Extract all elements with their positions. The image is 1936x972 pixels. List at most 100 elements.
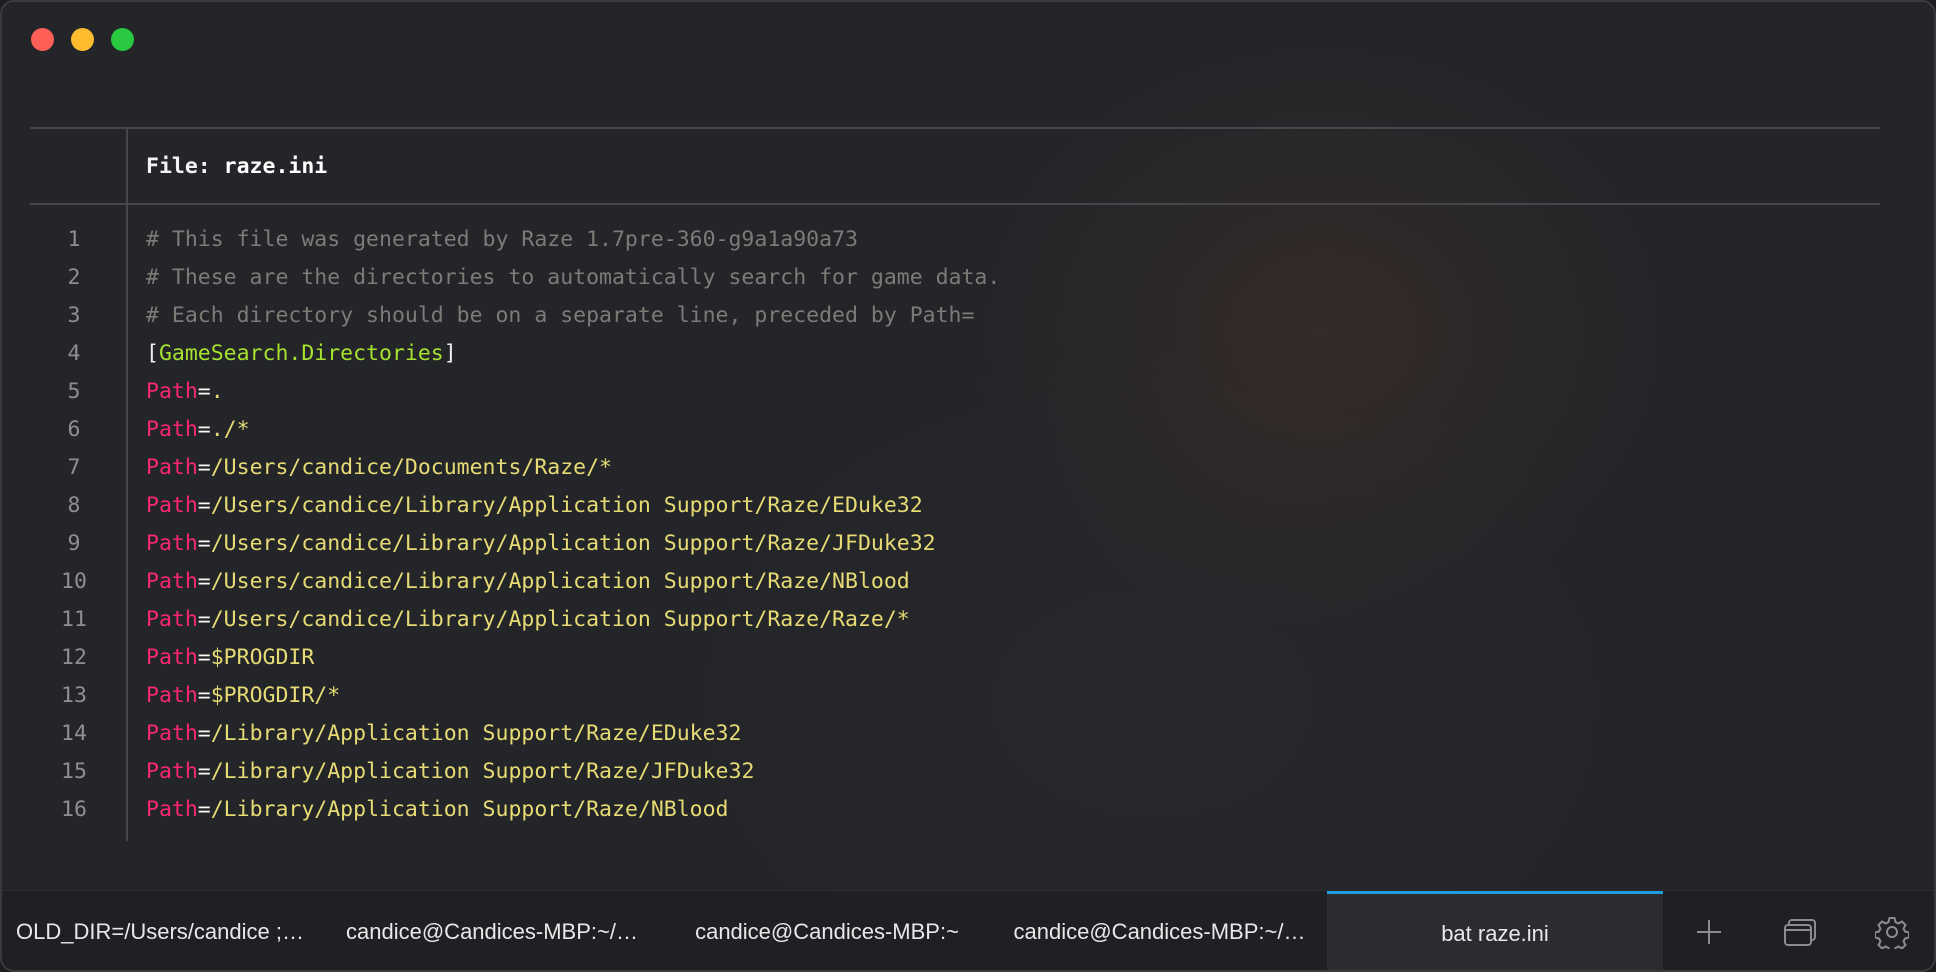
terminal-tab[interactable]: candice@Candices-MBP:~ xyxy=(662,891,992,970)
tab-label: candice@Candices-MBP:~ xyxy=(695,919,959,944)
code-area: 1 2 3 4 5 6 7 8 9 10 11 12 13 14 15 16 # This file was … xyxy=(30,205,1880,841)
code-line: Path=/Users/candice/Documents/Raze/* xyxy=(146,449,1000,487)
code-line: Path=/Library/Application Support/Raze/E… xyxy=(146,715,1000,753)
code-line: Path=./* xyxy=(146,411,1000,449)
line-number: 14 xyxy=(61,721,87,746)
window-controls xyxy=(31,28,134,51)
token-val: /Users/candice/Library/Application Suppo… xyxy=(210,493,923,518)
line-number: 5 xyxy=(67,379,81,404)
token-val: . xyxy=(210,379,224,404)
file-header-text: File: raze.ini xyxy=(128,154,327,179)
line-number: 3 xyxy=(67,303,81,328)
token-val: ./* xyxy=(210,417,250,442)
line-number-gutter: 1 2 3 4 5 6 7 8 9 10 11 12 13 14 15 16 xyxy=(30,205,128,841)
token-eq: = xyxy=(197,721,211,746)
token-eq: = xyxy=(197,607,211,632)
line-number: 2 xyxy=(67,265,81,290)
tab-label: OLD_DIR=/Users/candice ; … xyxy=(16,919,308,944)
line-number: 13 xyxy=(61,683,87,708)
token-val: /Users/candice/Library/Application Suppo… xyxy=(210,531,936,556)
code-line: Path=/Library/Application Support/Raze/N… xyxy=(146,791,1000,829)
file-name: raze.ini xyxy=(223,153,328,179)
token-bracket: ] xyxy=(443,341,457,366)
code-line: Path=$PROGDIR/* xyxy=(146,677,1000,715)
code-line: Path=$PROGDIR xyxy=(146,639,1000,677)
tab-label: bat raze.ini xyxy=(1441,920,1549,946)
token-val: /Library/Application Support/Raze/NBlood xyxy=(210,797,729,822)
token-key: Path xyxy=(146,683,198,708)
code-line: # This file was generated by Raze 1.7pre… xyxy=(146,221,1000,259)
new-tab-icon[interactable] xyxy=(1689,912,1729,952)
code-line: Path=/Users/candice/Library/Application … xyxy=(146,525,1000,563)
close-window-button[interactable] xyxy=(31,28,54,51)
line-number: 15 xyxy=(61,759,87,784)
token-bracket: [ xyxy=(146,341,159,366)
code-line: Path=/Users/candice/Library/Application … xyxy=(146,563,1000,601)
terminal-tab[interactable]: candice@Candices-MBP:~/… xyxy=(992,891,1327,970)
file-label: File: xyxy=(146,153,224,179)
code-line: Path=/Users/candice/Library/Application … xyxy=(146,601,1000,639)
token-val: $PROGDIR xyxy=(210,645,315,670)
token-eq: = xyxy=(197,379,211,404)
tab-label: candice@Candices-MBP:~/… xyxy=(346,919,638,944)
minimize-window-button[interactable] xyxy=(71,28,94,51)
token-val: /Library/Application Support/Raze/EDuke3… xyxy=(210,721,742,746)
line-number: 8 xyxy=(67,493,81,518)
token-val: /Users/candice/Library/Application Suppo… xyxy=(210,607,910,632)
terminal-tab[interactable]: bat raze.ini xyxy=(1327,891,1663,970)
settings-icon[interactable] xyxy=(1872,912,1912,952)
file-header: File: raze.ini xyxy=(30,129,1880,203)
code-line: # These are the directories to automatic… xyxy=(146,259,1000,297)
token-key: Path xyxy=(146,797,198,822)
maximize-window-button[interactable] xyxy=(111,28,134,51)
tab-label: candice@Candices-MBP:~/… xyxy=(1013,919,1306,944)
token-eq: = xyxy=(197,417,211,442)
header-gutter xyxy=(30,129,128,203)
terminal-window: File: raze.ini 1 2 3 4 5 6 7 8 9 10 11 12 13 14 15 16 #… xyxy=(0,0,1936,972)
line-number: 4 xyxy=(67,341,81,366)
line-number: 10 xyxy=(61,569,87,594)
token-key: Path xyxy=(146,569,198,594)
bat-output: File: raze.ini 1 2 3 4 5 6 7 8 9 10 11 12 13 14 15 16 #… xyxy=(30,127,1880,841)
token-key: Path xyxy=(146,417,198,442)
token-key: Path xyxy=(146,531,198,556)
token-val: /Users/candice/Library/Application Suppo… xyxy=(210,569,910,594)
line-number: 9 xyxy=(67,531,81,556)
token-comment: # These are the directories to automatic… xyxy=(146,265,1001,290)
line-number: 12 xyxy=(61,645,87,670)
tab-bar-actions xyxy=(1663,891,1934,970)
code-line: Path=/Library/Application Support/Raze/J… xyxy=(146,753,1000,791)
token-key: Path xyxy=(146,721,198,746)
token-eq: = xyxy=(197,759,211,784)
token-key: Path xyxy=(146,455,198,480)
token-key: Path xyxy=(146,493,198,518)
line-number: 7 xyxy=(67,455,81,480)
tab-bar: OLD_DIR=/Users/candice ; … candice@Candic… xyxy=(2,890,1934,970)
line-number: 6 xyxy=(67,417,81,442)
token-key: Path xyxy=(146,607,198,632)
tab-overview-icon[interactable] xyxy=(1780,912,1820,952)
token-eq: = xyxy=(197,797,211,822)
token-eq: = xyxy=(197,645,211,670)
token-key: Path xyxy=(146,645,198,670)
token-section: GameSearch.Directories xyxy=(158,341,444,366)
token-comment: # This file was generated by Raze 1.7pre… xyxy=(146,227,858,252)
token-eq: = xyxy=(197,569,211,594)
token-eq: = xyxy=(197,531,211,556)
code-line: Path=/Users/candice/Library/Application … xyxy=(146,487,1000,525)
token-val: $PROGDIR/* xyxy=(210,683,341,708)
terminal-tab[interactable]: candice@Candices-MBP:~/… xyxy=(322,891,662,970)
token-val: /Library/Application Support/Raze/JFDuke… xyxy=(210,759,755,784)
code-lines: # This file was generated by Raze 1.7pre… xyxy=(128,205,1000,841)
token-eq: = xyxy=(197,455,211,480)
code-line: Path=. xyxy=(146,373,1000,411)
token-eq: = xyxy=(197,683,211,708)
token-comment: # Each directory should be on a separate… xyxy=(146,303,975,328)
line-number: 11 xyxy=(61,607,87,632)
token-key: Path xyxy=(146,759,198,784)
code-line: [GameSearch.Directories] xyxy=(146,335,1000,373)
terminal-tab[interactable]: OLD_DIR=/Users/candice ; … xyxy=(2,891,322,970)
token-val: /Users/candice/Documents/Raze/* xyxy=(210,455,613,480)
code-line: # Each directory should be on a separate… xyxy=(146,297,1000,335)
line-number: 1 xyxy=(67,227,81,252)
